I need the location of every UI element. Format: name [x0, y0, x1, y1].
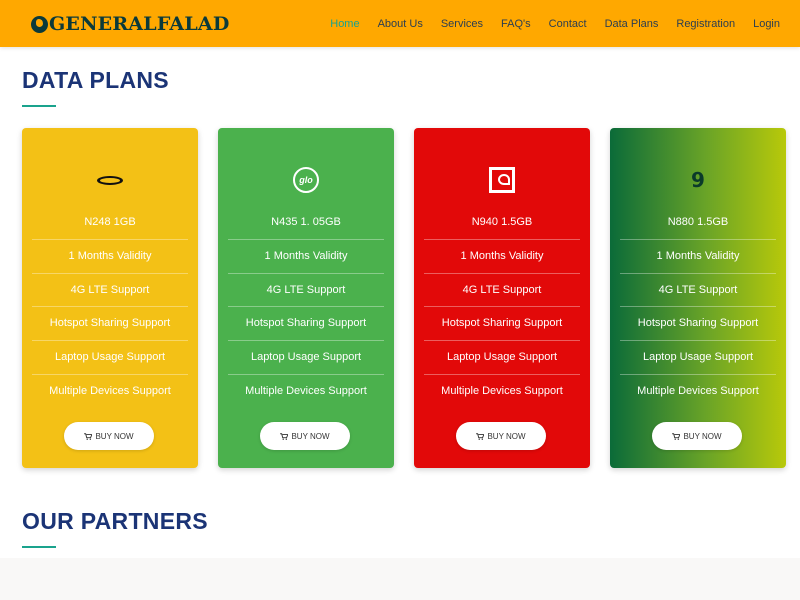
plan-details: N880 1.5GB 1 Months Validity 4G LTE Supp…: [620, 206, 776, 409]
title-underline: [22, 105, 56, 107]
glo-logo-icon: glo: [293, 167, 319, 193]
plan-feature: Laptop Usage Support: [32, 341, 188, 375]
shopping-cart-icon: [672, 432, 681, 440]
buy-now-label: BUY NOW: [487, 431, 526, 441]
plan-feature: Hotspot Sharing Support: [228, 307, 384, 342]
top-navbar: GENERALFALAD Home About Us Services FAQ'…: [0, 0, 800, 47]
data-plans-title: DATA PLANS: [22, 67, 169, 93]
shopping-cart-icon: [280, 432, 289, 440]
plan-details: N435 1. 05GB 1 Months Validity 4G LTE Su…: [228, 206, 384, 409]
plan-feature: 4G LTE Support: [620, 274, 776, 308]
plan-feature: Laptop Usage Support: [424, 341, 580, 375]
plan-feature: Multiple Devices Support: [49, 384, 171, 397]
nav-services[interactable]: Services: [441, 18, 483, 30]
shopping-cart-icon: [476, 432, 485, 440]
plan-feature: Multiple Devices Support: [637, 384, 759, 397]
airtel-logo-icon: [489, 167, 515, 193]
main-nav: Home About Us Services FAQ's Contact Dat…: [312, 0, 780, 47]
nav-home[interactable]: Home: [330, 18, 359, 30]
nav-contact[interactable]: Contact: [549, 18, 587, 30]
brand-logo-link[interactable]: GENERALFALAD: [31, 10, 230, 38]
plan-feature: Hotspot Sharing Support: [424, 307, 580, 342]
plan-price: N435 1. 05GB: [228, 206, 384, 240]
nav-faqs[interactable]: FAQ's: [501, 18, 531, 30]
network-logo: [414, 164, 590, 196]
network-logo: glo: [218, 164, 394, 196]
plan-feature: 1 Months Validity: [228, 240, 384, 274]
plan-card-airtel: N940 1.5GB 1 Months Validity 4G LTE Supp…: [414, 128, 590, 468]
plan-feature: 4G LTE Support: [424, 274, 580, 308]
nav-login[interactable]: Login: [753, 18, 780, 30]
nav-data-plans[interactable]: Data Plans: [605, 18, 659, 30]
plan-feature: Laptop Usage Support: [228, 341, 384, 375]
plan-feature: Laptop Usage Support: [620, 341, 776, 375]
globe-icon: [31, 15, 48, 33]
plan-feature: Multiple Devices Support: [441, 384, 563, 397]
nav-registration[interactable]: Registration: [676, 18, 735, 30]
buy-now-button[interactable]: BUY NOW: [456, 422, 546, 450]
buy-now-button[interactable]: BUY NOW: [260, 422, 350, 450]
title-underline: [22, 546, 56, 548]
plan-price: N880 1.5GB: [620, 206, 776, 240]
buy-now-button[interactable]: BUY NOW: [652, 422, 742, 450]
buy-now-label: BUY NOW: [95, 431, 134, 441]
plan-feature: 4G LTE Support: [32, 274, 188, 308]
shopping-cart-icon: [84, 432, 93, 440]
network-logo: 9: [610, 164, 786, 196]
buy-now-label: BUY NOW: [683, 431, 722, 441]
plan-feature: 1 Months Validity: [32, 240, 188, 274]
buy-now-label: BUY NOW: [291, 431, 330, 441]
9mobile-logo-icon: 9: [691, 168, 705, 192]
plan-feature: 1 Months Validity: [424, 240, 580, 274]
nav-about-us[interactable]: About Us: [378, 18, 423, 30]
plan-card-9mobile: 9 N880 1.5GB 1 Months Validity 4G LTE Su…: [610, 128, 786, 468]
plan-feature: Hotspot Sharing Support: [32, 307, 188, 342]
plan-details: N248 1GB 1 Months Validity 4G LTE Suppor…: [32, 206, 188, 409]
plan-card-mtn: N248 1GB 1 Months Validity 4G LTE Suppor…: [22, 128, 198, 468]
plan-feature: Multiple Devices Support: [245, 384, 367, 397]
mtn-logo-icon: [97, 175, 123, 185]
buy-now-button[interactable]: BUY NOW: [64, 422, 154, 450]
plan-details: N940 1.5GB 1 Months Validity 4G LTE Supp…: [424, 206, 580, 409]
plan-price: N248 1GB: [32, 206, 188, 240]
plan-feature: Hotspot Sharing Support: [620, 307, 776, 342]
partners-section-band: [0, 558, 800, 600]
plan-price: N940 1.5GB: [424, 206, 580, 240]
network-logo: [22, 164, 198, 196]
our-partners-title: OUR PARTNERS: [22, 508, 208, 534]
brand-name: GENERALFALAD: [49, 13, 230, 35]
plan-feature: 4G LTE Support: [228, 274, 384, 308]
plan-feature: 1 Months Validity: [620, 240, 776, 274]
plan-card-glo: glo N435 1. 05GB 1 Months Validity 4G LT…: [218, 128, 394, 468]
